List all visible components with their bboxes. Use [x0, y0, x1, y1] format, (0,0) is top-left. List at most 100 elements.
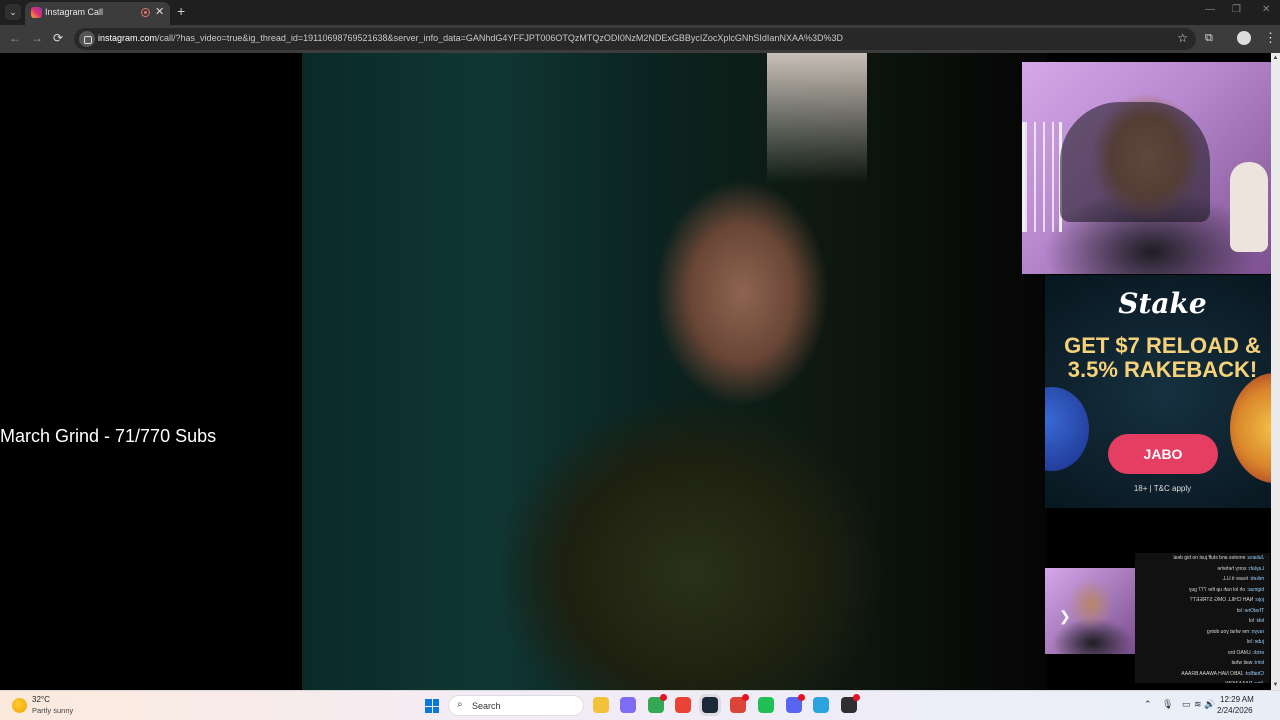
chat-username: mikeb [1250, 576, 1264, 582]
recording-icon [141, 8, 150, 17]
extensions-icon[interactable]: ⧉ [1205, 32, 1213, 45]
chat-text: JABO NAH AWAAA BRAAA [1181, 670, 1244, 677]
chat-username: kimi [1255, 660, 1264, 666]
instagram-icon [31, 7, 42, 18]
chat-username: Jinx [1255, 681, 1264, 683]
chat-username: jube [1254, 639, 1264, 645]
taskbar-search[interactable]: ⌕ Search [448, 695, 584, 716]
tray-overflow-icon[interactable]: ⌃ [1144, 699, 1152, 710]
chat-message: ThatOne: lol [1236, 607, 1264, 614]
stream-chat: Juliana: emotes and stuff just no big de… [1135, 553, 1270, 683]
wifi-icon[interactable]: ≋ [1194, 699, 1202, 710]
site-info-icon[interactable] [79, 31, 95, 47]
obs-icon[interactable] [841, 694, 860, 713]
chat-text: NAH CHILL OMG STREET? [1190, 597, 1254, 603]
chat-message: ChatBot: JABO NAH AWAAA BRAAA [1181, 670, 1264, 677]
chat-message: erick: LMAO bro [1227, 649, 1264, 656]
copilot-icon[interactable] [620, 697, 636, 713]
chat-text: oh lol nah up the 777 guy [1188, 586, 1246, 593]
remote-video-feed [302, 53, 1047, 690]
weather-temperature[interactable]: 32°C [32, 695, 50, 704]
chat-message: kiki: lol [1248, 618, 1264, 624]
close-window-button[interactable]: ✕ [1262, 4, 1270, 15]
ad-headline-1: GET $7 RELOAD & [1064, 333, 1261, 358]
chat-text: sorry hehehe [1217, 565, 1247, 572]
bookmark-star-icon[interactable]: ☆ [1177, 31, 1188, 45]
stake-ad-banner[interactable]: Stake GET $7 RELOAD & 3.5% RAKEBACK! USE… [1045, 275, 1280, 508]
clock-date[interactable]: 2/24/2026 [1217, 706, 1253, 715]
ad-legal-text: 18+ | T&C apply [1133, 484, 1192, 493]
chat-text: lol [1236, 607, 1242, 614]
volume-icon[interactable]: 🔊 [1204, 699, 1215, 710]
chat-message: Juliana: emotes and stuff just no big de… [1173, 555, 1264, 561]
dog [1230, 162, 1268, 252]
chat-text: emotes and stuff just no big deal [1173, 555, 1246, 561]
weather-description[interactable]: Partly sunny [32, 706, 73, 715]
microphone-icon[interactable]: 🎙 [1162, 699, 1173, 710]
chat-username: ThatOne [1244, 607, 1264, 614]
battery-icon[interactable]: ▭ [1182, 699, 1191, 710]
chat-text: lol [1246, 639, 1252, 645]
discord-icon[interactable] [786, 694, 805, 713]
ad-headline-2: 3.5% RAKEBACK! [1067, 357, 1258, 382]
tab-bar: ⌄ Instagram Call ✕ + — ❐ ✕ [0, 0, 1280, 25]
scroll-up-arrow[interactable]: ▲ [1271, 53, 1280, 63]
page-scrollbar[interactable] [1271, 53, 1280, 690]
windows-logo-icon [432, 699, 439, 706]
forward-button[interactable]: → [31, 31, 43, 45]
notification-badge [853, 694, 860, 701]
telegram-icon[interactable] [813, 697, 829, 713]
chat-username: Juliana [1248, 555, 1264, 561]
reload-button[interactable]: ⟳ [53, 31, 63, 45]
game-app-icon[interactable] [758, 697, 774, 713]
minimize-button[interactable]: — [1205, 4, 1215, 15]
windows-logo-icon [432, 706, 439, 713]
chat-text: lol [1248, 618, 1254, 624]
chat-lines: Juliana: emotes and stuff just no big de… [1135, 553, 1270, 683]
chrome-notify-icon[interactable] [730, 694, 749, 713]
weather-sun-icon[interactable] [12, 698, 27, 713]
file-explorer-icon[interactable] [593, 697, 609, 713]
windows-logo-icon [425, 706, 432, 713]
profile-avatar[interactable] [1237, 31, 1251, 45]
tab-close-button[interactable]: ✕ [155, 5, 164, 18]
chat-username: ravyn [1251, 628, 1264, 635]
chat-text: LMAO bro [1227, 649, 1251, 656]
gaming-chair [1060, 102, 1210, 222]
sub-goal-overlay: March Grind - 71/770 Subs [0, 426, 217, 446]
chat-username: jojo [1256, 597, 1264, 603]
back-button[interactable]: ← [9, 31, 21, 45]
streamer-webcam [1022, 62, 1280, 274]
streamer-webcam-preview: ❯ [1045, 568, 1135, 654]
search-placeholder: Search [472, 701, 501, 711]
chat-message: jojo: NAH CHILL OMG STREET? [1190, 597, 1264, 603]
chat-username: Laylah [1249, 565, 1264, 572]
chrome-icon[interactable] [675, 697, 691, 713]
browser-toolbar: ← → ⟳ instagram.com/call/?has_video=true… [0, 25, 1280, 53]
chat-message: Jinx: RAAA NOW [1135, 679, 1270, 683]
chat-username: bigmac [1247, 586, 1264, 593]
ad-code-button[interactable]: JABO [1108, 434, 1218, 474]
start-button[interactable] [425, 699, 439, 713]
clock-time[interactable]: 12:29 AM [1220, 695, 1254, 704]
search-icon: ⌕ [457, 699, 463, 710]
chat-text: wait what [1231, 660, 1253, 666]
chat-message: jube: lol [1246, 639, 1264, 645]
chevron-right-icon: ❯ [1059, 608, 1071, 624]
chat-username: erick [1253, 649, 1264, 656]
address-bar[interactable]: instagram.com/call/?has_video=true&ig_th… [74, 28, 1196, 50]
url-text[interactable]: instagram.com/call/?has_video=true&ig_th… [98, 33, 1158, 43]
browser-menu-icon[interactable]: ⋮ [1264, 30, 1277, 46]
chrome-profile-icon[interactable] [648, 694, 667, 713]
stake-logo: Stake [1118, 287, 1207, 320]
scroll-down-arrow[interactable]: ▼ [1271, 680, 1280, 690]
chat-username: kiki [1256, 618, 1264, 624]
call-page: March Grind - 71/770 Subs Stake GET $7 R… [0, 53, 1280, 690]
windows-taskbar: 32°C Partly sunny ⌕ Search ⌃ 🎙 ▭ ≋ 🔊 12:… [0, 690, 1280, 720]
tab-search-button[interactable]: ⌄ [5, 4, 21, 20]
steam-icon[interactable] [702, 697, 718, 713]
tab-instagram-call[interactable]: Instagram Call ✕ [25, 2, 170, 25]
maximize-button[interactable]: ❐ [1232, 4, 1241, 15]
pet-gate [1022, 122, 1062, 232]
new-tab-button[interactable]: + [177, 3, 185, 19]
